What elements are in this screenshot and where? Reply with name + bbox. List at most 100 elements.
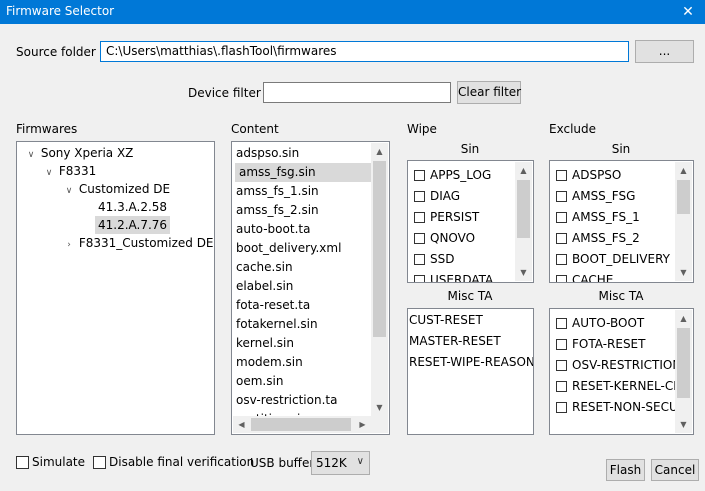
- wipe-sin-list[interactable]: APPS_LOG DIAG PERSIST QNOVO SSD USERDATA…: [407, 160, 534, 283]
- disable-verification-checkbox[interactable]: [93, 456, 106, 469]
- list-item[interactable]: modem.sin: [236, 353, 303, 372]
- checkbox[interactable]: [556, 275, 567, 282]
- list-item[interactable]: oem.sin: [236, 372, 283, 391]
- list-item[interactable]: amss_fs_2.sin: [236, 201, 319, 220]
- tree-node-variant-collapsed[interactable]: › F8331_Customized DE: [63, 234, 213, 254]
- source-folder-value: C:\Users\matthias\.flashTool\firmwares: [106, 44, 337, 58]
- window-title: Firmware Selector: [6, 4, 115, 18]
- list-item[interactable]: kernel.sin: [236, 334, 294, 353]
- checkbox[interactable]: [414, 170, 425, 181]
- scroll-down-icon[interactable]: ▼: [675, 264, 692, 281]
- tree-node-label: F8331: [58, 164, 97, 178]
- list-item[interactable]: fota-reset.ta: [236, 296, 310, 315]
- exclude-sin-list[interactable]: ADSPSO AMSS_FSG AMSS_FS_1 AMSS_FS_2 BOOT…: [549, 160, 694, 283]
- checkbox[interactable]: [414, 254, 425, 265]
- usb-buffer-select[interactable]: 512K ∨: [311, 451, 370, 475]
- wipe-misc-heading: Misc TA: [447, 289, 493, 303]
- checkbox[interactable]: [414, 212, 425, 223]
- tree-node-label: Customized DE: [78, 182, 171, 196]
- chevron-down-icon[interactable]: ∨: [25, 146, 37, 164]
- chevron-down-icon: ∨: [356, 456, 364, 467]
- scroll-up-icon[interactable]: ▲: [675, 162, 692, 179]
- browse-button[interactable]: ...: [635, 40, 694, 63]
- device-filter-label: Device filter :: [188, 86, 269, 100]
- scrollbar-thumb[interactable]: [677, 328, 690, 398]
- scroll-down-icon[interactable]: ▼: [515, 264, 532, 281]
- wipe-sin-scrollbar[interactable]: ▲ ▼: [515, 162, 532, 281]
- source-folder-label: Source folder :: [16, 45, 104, 59]
- tree-node-device[interactable]: ∨ Sony Xperia XZ: [25, 144, 134, 164]
- checkbox[interactable]: [556, 170, 567, 181]
- exclude-sin-heading: Sin: [611, 142, 631, 156]
- checkbox[interactable]: [556, 360, 567, 371]
- tree-node-model[interactable]: ∨ F8331: [43, 162, 97, 182]
- checkbox[interactable]: [414, 275, 425, 282]
- content-vertical-scrollbar[interactable]: ▲ ▼: [371, 143, 388, 416]
- close-icon[interactable]: ✕: [671, 0, 705, 24]
- device-filter-input[interactable]: [263, 82, 451, 103]
- scroll-down-icon[interactable]: ▼: [675, 416, 692, 433]
- wipe-misc-item[interactable]: MASTER-RESET: [409, 334, 501, 348]
- clear-filter-button[interactable]: Clear filter: [457, 81, 521, 104]
- wipe-misc-list[interactable]: CUST-RESET MASTER-RESET RESET-WIPE-REASO…: [407, 308, 534, 435]
- checkbox[interactable]: [556, 339, 567, 350]
- usb-buffer-label: USB buffer: [250, 456, 315, 470]
- scroll-right-icon[interactable]: ▶: [354, 416, 371, 433]
- wipe-sin-heading: Sin: [460, 142, 480, 156]
- tree-node-firmware[interactable]: 41.3.A.2.58: [95, 198, 170, 216]
- list-item[interactable]: elabel.sin: [236, 277, 293, 296]
- scroll-up-icon[interactable]: ▲: [515, 162, 532, 179]
- list-item[interactable]: adspso.sin: [236, 144, 299, 163]
- list-item[interactable]: boot_delivery.xml: [236, 239, 341, 258]
- scroll-down-icon[interactable]: ▼: [371, 399, 388, 416]
- scroll-corner: [371, 416, 388, 433]
- content-list[interactable]: adspso.sin amss_fsg.sin amss_fs_1.sin am…: [231, 141, 390, 435]
- tree-node-label: 41.3.A.2.58: [98, 200, 168, 214]
- scroll-up-icon[interactable]: ▲: [371, 143, 388, 160]
- exclude-sin-scrollbar[interactable]: ▲ ▼: [675, 162, 692, 281]
- content-horizontal-scrollbar[interactable]: ◀ ▶: [233, 416, 371, 433]
- checkbox[interactable]: [414, 233, 425, 244]
- tree-node-label: 41.2.A.7.76: [98, 218, 168, 232]
- exclude-misc-list[interactable]: AUTO-BOOT FOTA-RESET OSV-RESTRICTION RES…: [549, 308, 694, 435]
- list-item[interactable]: osv-restriction.ta: [236, 391, 337, 410]
- scrollbar-thumb[interactable]: [517, 180, 530, 238]
- list-item[interactable]: amss_fs_1.sin: [236, 182, 319, 201]
- scrollbar-thumb[interactable]: [251, 418, 351, 431]
- list-item-selected[interactable]: amss_fsg.sin: [235, 163, 373, 182]
- checkbox[interactable]: [556, 212, 567, 223]
- checkbox[interactable]: [556, 402, 567, 413]
- wipe-misc-item[interactable]: RESET-WIPE-REASON: [409, 355, 533, 369]
- tree-node-firmware-selected[interactable]: 41.2.A.7.76: [95, 216, 171, 234]
- scrollbar-thumb[interactable]: [677, 180, 690, 214]
- chevron-down-icon[interactable]: ∨: [43, 164, 55, 182]
- chevron-down-icon[interactable]: ∨: [63, 182, 75, 200]
- checkbox[interactable]: [556, 254, 567, 265]
- flash-button[interactable]: Flash: [606, 459, 645, 481]
- checkbox[interactable]: [556, 233, 567, 244]
- scrollbar-thumb[interactable]: [373, 161, 386, 337]
- exclude-misc-scrollbar[interactable]: ▲ ▼: [675, 310, 692, 433]
- source-folder-input[interactable]: C:\Users\matthias\.flashTool\firmwares: [100, 41, 629, 62]
- disable-verification-label: Disable final verification: [109, 455, 255, 469]
- checkbox[interactable]: [556, 191, 567, 202]
- simulate-label: Simulate: [32, 455, 86, 469]
- wipe-misc-item[interactable]: CUST-RESET: [409, 313, 483, 327]
- list-item[interactable]: fotakernel.sin: [236, 315, 318, 334]
- exclude-heading: Exclude: [549, 122, 597, 136]
- firmwares-heading: Firmwares: [16, 122, 78, 136]
- cancel-button[interactable]: Cancel: [651, 459, 699, 481]
- checkbox[interactable]: [556, 381, 567, 392]
- simulate-checkbox[interactable]: [16, 456, 29, 469]
- tree-node-variant[interactable]: ∨ Customized DE: [63, 180, 170, 198]
- scroll-left-icon[interactable]: ◀: [233, 416, 250, 433]
- tree-node-label: Sony Xperia XZ: [40, 146, 134, 160]
- list-item[interactable]: cache.sin: [236, 258, 293, 277]
- checkbox[interactable]: [556, 318, 567, 329]
- checkbox[interactable]: [414, 191, 425, 202]
- chevron-right-icon[interactable]: ›: [63, 236, 75, 254]
- list-item[interactable]: auto-boot.ta: [236, 220, 310, 239]
- scroll-up-icon[interactable]: ▲: [675, 310, 692, 327]
- exclude-misc-heading: Misc TA: [598, 289, 644, 303]
- firmwares-tree[interactable]: ∨ Sony Xperia XZ ∨ F8331 ∨ Customized DE…: [16, 141, 215, 435]
